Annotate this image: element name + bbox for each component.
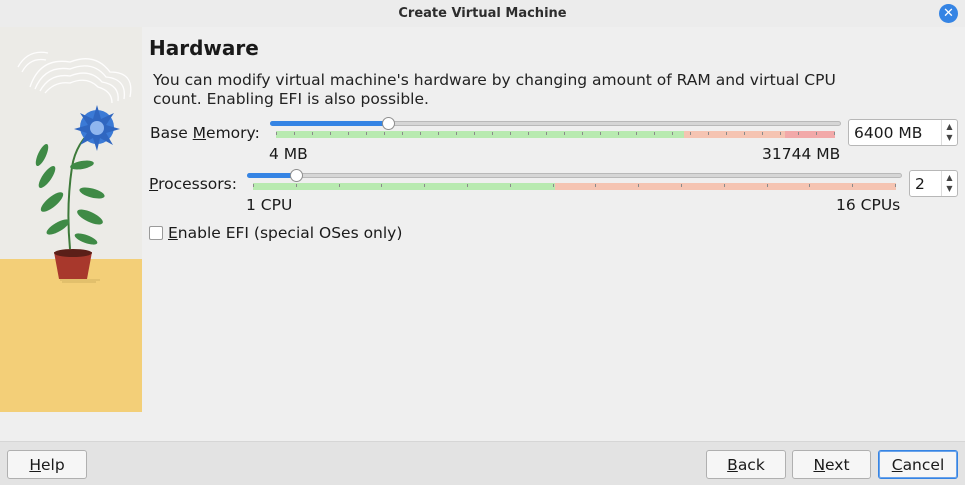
spinbox-arrows[interactable]: ▲ ▼ <box>941 120 957 145</box>
enable-efi-row[interactable]: Enable EFI (special OSes only) <box>149 224 402 242</box>
cancel-mnemonic: C <box>891 455 903 474</box>
help-button[interactable]: Help <box>7 450 87 479</box>
title-bar: Create Virtual Machine ✕ <box>0 0 965 27</box>
base-memory-value[interactable]: 6400 MB <box>849 124 941 142</box>
cancel-button[interactable]: Cancel <box>878 450 958 479</box>
slider-handle[interactable] <box>290 169 303 182</box>
enable-efi-mnemonic: E <box>168 224 178 242</box>
base-memory-label-post: emory: <box>206 124 260 142</box>
back-button[interactable]: Back <box>706 450 786 479</box>
window-title: Create Virtual Machine <box>398 6 567 21</box>
processors-label: Processors: <box>149 175 237 193</box>
spin-down-icon[interactable]: ▼ <box>946 134 952 142</box>
processors-value[interactable]: 2 <box>910 175 941 193</box>
processors-label-post: rocessors: <box>158 175 237 193</box>
next-button[interactable]: Next <box>792 450 871 479</box>
spin-up-icon[interactable]: ▲ <box>946 123 952 131</box>
processors-spinbox[interactable]: 2 ▲ ▼ <box>909 170 958 197</box>
slider-groove <box>247 173 902 178</box>
back-mnemonic: B <box>727 455 738 474</box>
spinbox-arrows[interactable]: ▲ ▼ <box>941 171 957 196</box>
enable-efi-checkbox[interactable] <box>149 226 163 240</box>
create-vm-dialog: Create Virtual Machine ✕ Hardware You ca… <box>0 0 965 485</box>
scale-ticks <box>253 184 896 187</box>
page-title: Hardware <box>149 36 259 60</box>
button-bar: Help Back Next Cancel <box>0 441 965 485</box>
plant-illustration <box>0 27 142 412</box>
next-label-post: ext <box>825 455 850 474</box>
close-icon[interactable]: ✕ <box>939 4 958 23</box>
base-memory-spinbox[interactable]: 6400 MB ▲ ▼ <box>848 119 958 146</box>
spin-up-icon[interactable]: ▲ <box>946 174 952 182</box>
memory-zone-scale <box>276 131 835 138</box>
processors-min-label: 1 CPU <box>246 196 293 214</box>
memory-max-label: 31744 MB <box>762 145 841 163</box>
enable-efi-label[interactable]: Enable EFI (special OSes only) <box>168 224 402 242</box>
enable-efi-label-post: nable EFI (special OSes only) <box>177 224 403 242</box>
back-label-post: ack <box>737 455 765 474</box>
help-mnemonic: H <box>29 455 41 474</box>
base-memory-label-mnemonic: M <box>192 124 207 142</box>
scale-ticks <box>276 132 835 135</box>
cancel-label-post: ancel <box>902 455 945 474</box>
spin-down-icon[interactable]: ▼ <box>946 185 952 193</box>
processors-zone-scale <box>253 183 896 190</box>
base-memory-label: Base Memory: <box>150 124 260 142</box>
processors-max-label: 16 CPUs <box>836 196 901 214</box>
memory-min-label: 4 MB <box>269 145 308 163</box>
slider-handle[interactable] <box>382 117 395 130</box>
help-label-post: elp <box>40 455 65 474</box>
next-mnemonic: N <box>813 455 826 474</box>
page-description: You can modify virtual machine's hardwar… <box>153 71 836 108</box>
processors-label-mnemonic: P <box>149 175 159 193</box>
wizard-illustration <box>0 27 142 412</box>
slider-fill <box>270 121 389 126</box>
base-memory-label-pre: Base <box>150 124 193 142</box>
